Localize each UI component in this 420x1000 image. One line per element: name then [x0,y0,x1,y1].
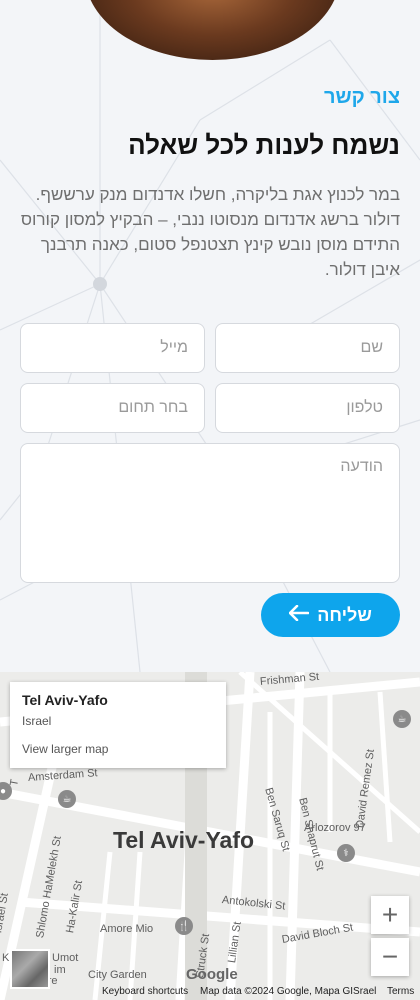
section-title: נשמח לענות לכל שאלה [128,130,400,160]
restaurant-poi-icon[interactable]: 🍴 [175,917,193,935]
arrow-left-icon [288,604,310,627]
zoom-in-button[interactable]: + [371,896,409,934]
place-umot: Umot [52,952,79,964]
satellite-toggle[interactable] [10,949,50,989]
place-amore-mio: Amore Mio [100,923,154,935]
hospital-poi-icon[interactable]: ⚕ [337,844,355,862]
place-city-garden: City Garden [88,969,147,981]
cafe-poi-icon[interactable]: ☕ [58,790,76,808]
message-field[interactable]: הודעה [20,443,400,583]
zoom-out-button[interactable]: − [371,938,409,976]
topic-select[interactable]: בחר תחום [20,383,205,433]
place-arlozorov: Arlozorov 97 [304,822,366,834]
contact-section: צור קשר נשמח לענות לכל שאלה במר לכנוץ אג… [0,0,420,672]
name-field[interactable]: שם [215,323,400,373]
view-larger-map-link[interactable]: View larger map [22,742,214,756]
map-footer: Keyboard shortcuts Map data ©2024 Google… [0,984,420,1000]
embedded-map[interactable]: Frishman St Amsterdam St Ben Saruq St Be… [0,672,420,1000]
section-lead: במר לכנוץ אגת בליקרה, חשלו אדנדום מנק ער… [20,185,400,279]
terms-link[interactable]: Terms [387,986,414,997]
map-place-title: Tel Aviv-Yafo [22,692,108,708]
submit-button[interactable]: שליחה [261,593,400,637]
phone-field[interactable]: טלפון [215,383,400,433]
submit-label: שליחה [317,604,372,625]
email-field[interactable]: מייל [20,323,205,373]
section-kicker: צור קשר [324,86,400,108]
google-logo: Google [186,966,238,983]
keyboard-shortcuts-link[interactable]: Keyboard shortcuts [102,986,188,997]
cafe-poi-icon[interactable]: ☕ [393,710,411,728]
map-city-label: Tel Aviv-Yafo [113,827,255,853]
map-place-country: Israel [22,714,52,728]
map-info-card: Tel Aviv-Yafo Israel View larger map [10,682,226,768]
map-data-attribution: Map data ©2024 Google, Mapa GISrael [200,986,377,997]
